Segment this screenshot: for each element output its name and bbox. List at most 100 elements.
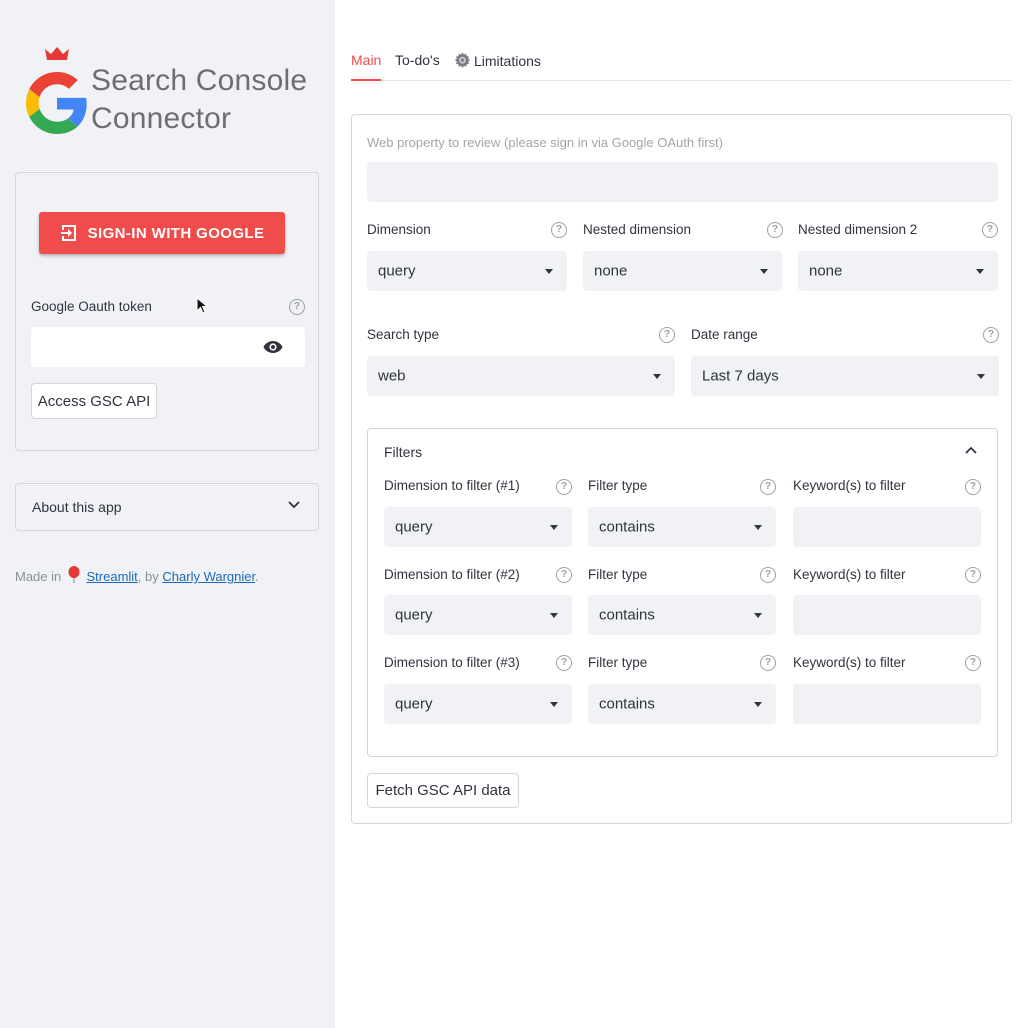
help-icon[interactable]: ? — [965, 655, 981, 671]
about-label: About this app — [32, 499, 122, 515]
help-icon[interactable]: ? — [289, 299, 305, 315]
date-range-select[interactable]: Last 7 days — [691, 356, 999, 396]
balloon-icon — [68, 566, 80, 583]
search-type-value: web — [378, 367, 406, 385]
nested-dimension-select[interactable]: none — [583, 251, 782, 291]
help-icon[interactable]: ? — [556, 655, 572, 671]
show-password-icon[interactable] — [263, 339, 283, 355]
filter-2-type-value: contains — [599, 606, 655, 624]
access-gsc-api-button[interactable]: Access GSC API — [31, 383, 157, 419]
search-type-select[interactable]: web — [367, 356, 675, 396]
tab-main[interactable]: Main — [351, 52, 382, 81]
logo-line-1: Search Console — [91, 64, 308, 97]
filter-2-dimension-select[interactable]: query — [384, 595, 572, 635]
sign-in-with-google-button[interactable]: SIGN-IN WITH GOOGLE — [39, 212, 285, 254]
dimension-value: query — [378, 262, 416, 280]
sign-in-label: SIGN-IN WITH GOOGLE — [87, 224, 265, 242]
filter-1-type-value: contains — [599, 518, 655, 536]
help-icon[interactable]: ? — [556, 567, 572, 583]
filter-2-dimension-value: query — [395, 606, 433, 624]
help-icon[interactable]: ? — [983, 327, 999, 343]
filter-1-keyword-input[interactable] — [793, 507, 981, 547]
google-logo — [26, 72, 87, 134]
dropdown-caret-icon — [976, 269, 984, 274]
filter-3-dimension-label: Dimension to filter (#3) — [384, 655, 520, 670]
tab-todos[interactable]: To-do's — [395, 52, 440, 81]
nested-dimension-2-value: none — [809, 262, 843, 280]
help-icon[interactable]: ? — [760, 655, 776, 671]
oauth-token-input[interactable] — [31, 327, 305, 367]
fetch-gsc-api-data-button[interactable]: Fetch GSC API data — [367, 773, 519, 808]
filter-2-keyword-label: Keyword(s) to filter — [793, 567, 906, 582]
dimension-select[interactable]: query — [367, 251, 567, 291]
dropdown-caret-icon — [550, 702, 558, 707]
tab-limitations[interactable]: Limitations — [454, 52, 541, 81]
dropdown-caret-icon — [754, 702, 762, 707]
help-icon[interactable]: ? — [965, 479, 981, 495]
app-logo-text: Search Console Connector — [91, 62, 307, 138]
dropdown-caret-icon — [754, 525, 762, 530]
sidebar: Search Console Connector SIGN-IN WITH GO… — [0, 0, 335, 1028]
footer-credits: Made in Streamlit, by Charly Wargnier. — [15, 566, 259, 584]
filter-3-dimension-value: query — [395, 695, 433, 713]
filter-2-dimension-label: Dimension to filter (#2) — [384, 567, 520, 582]
dimension-label: Dimension — [367, 222, 431, 237]
about-expander[interactable]: About this app — [15, 483, 319, 531]
nested-dimension-value: none — [594, 262, 628, 280]
tab-limitations-label: Limitations — [474, 53, 541, 69]
filter-1-keyword-label: Keyword(s) to filter — [793, 478, 906, 493]
token-label: Google Oauth token — [31, 299, 152, 314]
help-icon[interactable]: ? — [760, 567, 776, 583]
made-in-text: Made in — [15, 569, 62, 584]
web-property-label: Web property to review (please sign in v… — [367, 135, 723, 150]
filter-2-type-label: Filter type — [588, 567, 648, 582]
filter-3-keyword-input[interactable] — [793, 684, 981, 724]
filter-1-type-select[interactable]: contains — [588, 507, 776, 547]
streamlit-link[interactable]: Streamlit — [87, 569, 138, 584]
web-property-input[interactable] — [367, 162, 998, 202]
date-range-value: Last 7 days — [702, 367, 779, 385]
help-icon[interactable]: ? — [965, 567, 981, 583]
help-icon[interactable]: ? — [767, 222, 783, 238]
dropdown-caret-icon — [550, 525, 558, 530]
dropdown-caret-icon — [653, 374, 661, 379]
help-icon[interactable]: ? — [556, 479, 572, 495]
chevron-down-icon — [288, 501, 300, 509]
help-icon[interactable]: ? — [659, 327, 675, 343]
nested-dimension-2-label: Nested dimension 2 — [798, 222, 918, 237]
filter-1-dimension-label: Dimension to filter (#1) — [384, 478, 520, 493]
chevron-up-icon[interactable] — [965, 446, 977, 454]
nested-dimension-label: Nested dimension — [583, 222, 692, 237]
gear-icon — [454, 52, 471, 68]
filter-3-type-select[interactable]: contains — [588, 684, 776, 724]
dropdown-caret-icon — [977, 374, 985, 379]
dropdown-caret-icon — [550, 613, 558, 618]
filter-1-dimension-value: query — [395, 518, 433, 536]
dropdown-caret-icon — [754, 613, 762, 618]
help-icon[interactable]: ? — [982, 222, 998, 238]
search-type-label: Search type — [367, 327, 440, 342]
dropdown-caret-icon — [545, 269, 553, 274]
help-icon[interactable]: ? — [551, 222, 567, 238]
nested-dimension-2-select[interactable]: none — [798, 251, 998, 291]
logo-line-2: Connector — [91, 102, 232, 135]
filter-3-type-label: Filter type — [588, 655, 648, 670]
filter-3-dimension-select[interactable]: query — [384, 684, 572, 724]
period-text: . — [255, 569, 259, 584]
author-link[interactable]: Charly Wargnier — [162, 569, 255, 584]
filter-2-type-select[interactable]: contains — [588, 595, 776, 635]
filter-1-type-label: Filter type — [588, 478, 648, 493]
filter-3-type-value: contains — [599, 695, 655, 713]
help-icon[interactable]: ? — [760, 479, 776, 495]
by-text: , by — [137, 569, 159, 584]
filter-2-keyword-input[interactable] — [793, 595, 981, 635]
tab-bar: Main To-do's Limitations — [351, 48, 1012, 81]
crown-icon — [45, 47, 69, 60]
dropdown-caret-icon — [760, 269, 768, 274]
filter-1-dimension-select[interactable]: query — [384, 507, 572, 547]
filters-title[interactable]: Filters — [384, 444, 422, 460]
filter-3-keyword-label: Keyword(s) to filter — [793, 655, 906, 670]
date-range-label: Date range — [691, 327, 758, 342]
sign-in-icon — [60, 224, 78, 242]
mouse-cursor-icon — [196, 297, 208, 314]
